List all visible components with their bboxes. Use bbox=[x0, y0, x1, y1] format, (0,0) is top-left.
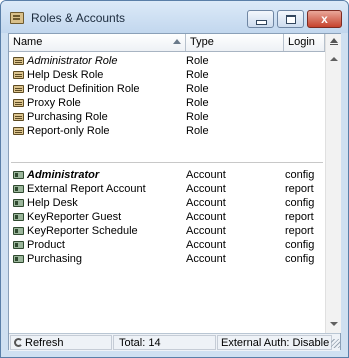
row-type: Role bbox=[186, 125, 209, 137]
status-bar: Refresh Total: 14 External Auth: Disable bbox=[9, 333, 340, 351]
role-icon bbox=[13, 71, 24, 79]
row-name: Help Desk bbox=[27, 197, 78, 209]
row-name: Purchasing Role bbox=[27, 111, 108, 123]
row-login: config bbox=[285, 253, 315, 265]
account-icon bbox=[13, 185, 24, 193]
row-type: Role bbox=[186, 55, 209, 67]
column-header-type[interactable]: Type bbox=[186, 34, 284, 51]
row-login: config bbox=[285, 239, 315, 251]
row-type: Account bbox=[186, 211, 226, 223]
account-row[interactable]: Purchasing Account config bbox=[9, 252, 325, 266]
row-login: config bbox=[285, 197, 315, 209]
account-icon bbox=[13, 255, 24, 263]
account-row[interactable]: External Report Account Account report bbox=[9, 182, 325, 196]
sort-ascending-icon bbox=[173, 39, 181, 44]
row-name: Help Desk Role bbox=[27, 69, 104, 81]
row-type: Role bbox=[186, 97, 209, 109]
close-icon: x bbox=[321, 12, 328, 26]
title-bar[interactable]: Roles & Accounts x bbox=[1, 1, 348, 33]
minimize-icon bbox=[256, 20, 267, 25]
row-name: KeyReporter Guest bbox=[27, 211, 122, 223]
row-name: Purchasing bbox=[27, 253, 83, 265]
arrow-down-icon bbox=[330, 322, 338, 326]
external-auth-label: External Auth: Disable bbox=[221, 337, 330, 349]
resize-grip-icon[interactable] bbox=[331, 339, 340, 348]
column-header-type-label: Type bbox=[190, 36, 214, 48]
account-row[interactable]: KeyReporter Guest Account report bbox=[9, 210, 325, 224]
role-row[interactable]: Purchasing Role Role bbox=[9, 110, 325, 124]
row-type: Account bbox=[186, 253, 226, 265]
row-type: Account bbox=[186, 183, 226, 195]
list-header: Name Type Login bbox=[9, 34, 325, 52]
refresh-label: Refresh bbox=[25, 337, 64, 349]
group-divider bbox=[11, 162, 323, 163]
row-login: report bbox=[285, 211, 314, 223]
row-type: Role bbox=[186, 111, 209, 123]
account-icon bbox=[13, 171, 24, 179]
total-count-label: Total: 14 bbox=[119, 337, 161, 349]
row-name: Administrator Role bbox=[27, 55, 118, 67]
arrow-up-icon bbox=[330, 57, 338, 61]
app-icon bbox=[10, 12, 24, 24]
column-header-login-label: Login bbox=[288, 36, 315, 48]
account-icon bbox=[13, 227, 24, 235]
row-name: Proxy Role bbox=[27, 97, 81, 109]
row-login: config bbox=[285, 169, 315, 181]
row-name: Product Definition Role bbox=[27, 83, 140, 95]
role-row[interactable]: Help Desk Role Role bbox=[9, 68, 325, 82]
row-type: Account bbox=[186, 225, 226, 237]
account-icon bbox=[13, 213, 24, 221]
refresh-icon bbox=[14, 338, 23, 347]
account-row[interactable]: KeyReporter Schedule Account report bbox=[9, 224, 325, 238]
role-icon bbox=[13, 57, 24, 65]
row-type: Role bbox=[186, 69, 209, 81]
refresh-button[interactable]: Refresh bbox=[10, 335, 112, 350]
total-count: Total: 14 bbox=[113, 335, 216, 350]
account-row[interactable]: Help Desk Account config bbox=[9, 196, 325, 210]
account-row[interactable]: Administrator Account config bbox=[9, 168, 325, 182]
scroll-to-top-button[interactable] bbox=[326, 34, 341, 51]
row-name: Report-only Role bbox=[27, 125, 110, 137]
column-header-login[interactable]: Login bbox=[284, 34, 325, 51]
row-name: Administrator bbox=[27, 169, 100, 181]
vertical-scrollbar[interactable] bbox=[325, 34, 341, 333]
close-button[interactable]: x bbox=[307, 10, 342, 28]
external-auth-status: External Auth: Disable bbox=[217, 335, 332, 350]
column-header-name-label: Name bbox=[13, 36, 43, 48]
role-icon bbox=[13, 99, 24, 107]
minimize-button[interactable] bbox=[247, 10, 274, 28]
row-name: External Report Account bbox=[27, 183, 146, 195]
roles-accounts-window: Roles & Accounts x Name Type Login Admin… bbox=[0, 0, 349, 358]
maximize-icon bbox=[286, 15, 296, 24]
row-name: KeyReporter Schedule bbox=[27, 225, 138, 237]
scroll-down-button[interactable] bbox=[326, 317, 341, 332]
row-type: Role bbox=[186, 83, 209, 95]
accounts-list-panel: Name Type Login Administrator Role Role He… bbox=[8, 33, 341, 351]
column-header-name[interactable]: Name bbox=[9, 34, 186, 51]
row-type: Account bbox=[186, 169, 226, 181]
row-login: report bbox=[285, 225, 314, 237]
role-icon bbox=[13, 85, 24, 93]
role-row[interactable]: Proxy Role Role bbox=[9, 96, 325, 110]
window-title: Roles & Accounts bbox=[31, 11, 126, 25]
row-type: Account bbox=[186, 239, 226, 251]
maximize-button[interactable] bbox=[277, 10, 304, 28]
role-icon bbox=[13, 127, 24, 135]
role-row[interactable]: Administrator Role Role bbox=[9, 54, 325, 68]
role-row[interactable]: Report-only Role Role bbox=[9, 124, 325, 138]
account-row[interactable]: Product Account config bbox=[9, 238, 325, 252]
role-row[interactable]: Product Definition Role Role bbox=[9, 82, 325, 96]
scroll-up-button[interactable] bbox=[326, 52, 341, 67]
role-icon bbox=[13, 113, 24, 121]
row-login: report bbox=[285, 183, 314, 195]
row-type: Account bbox=[186, 197, 226, 209]
account-icon bbox=[13, 241, 24, 249]
scroll-top-icon bbox=[330, 38, 338, 45]
row-name: Product bbox=[27, 239, 65, 251]
account-icon bbox=[13, 199, 24, 207]
